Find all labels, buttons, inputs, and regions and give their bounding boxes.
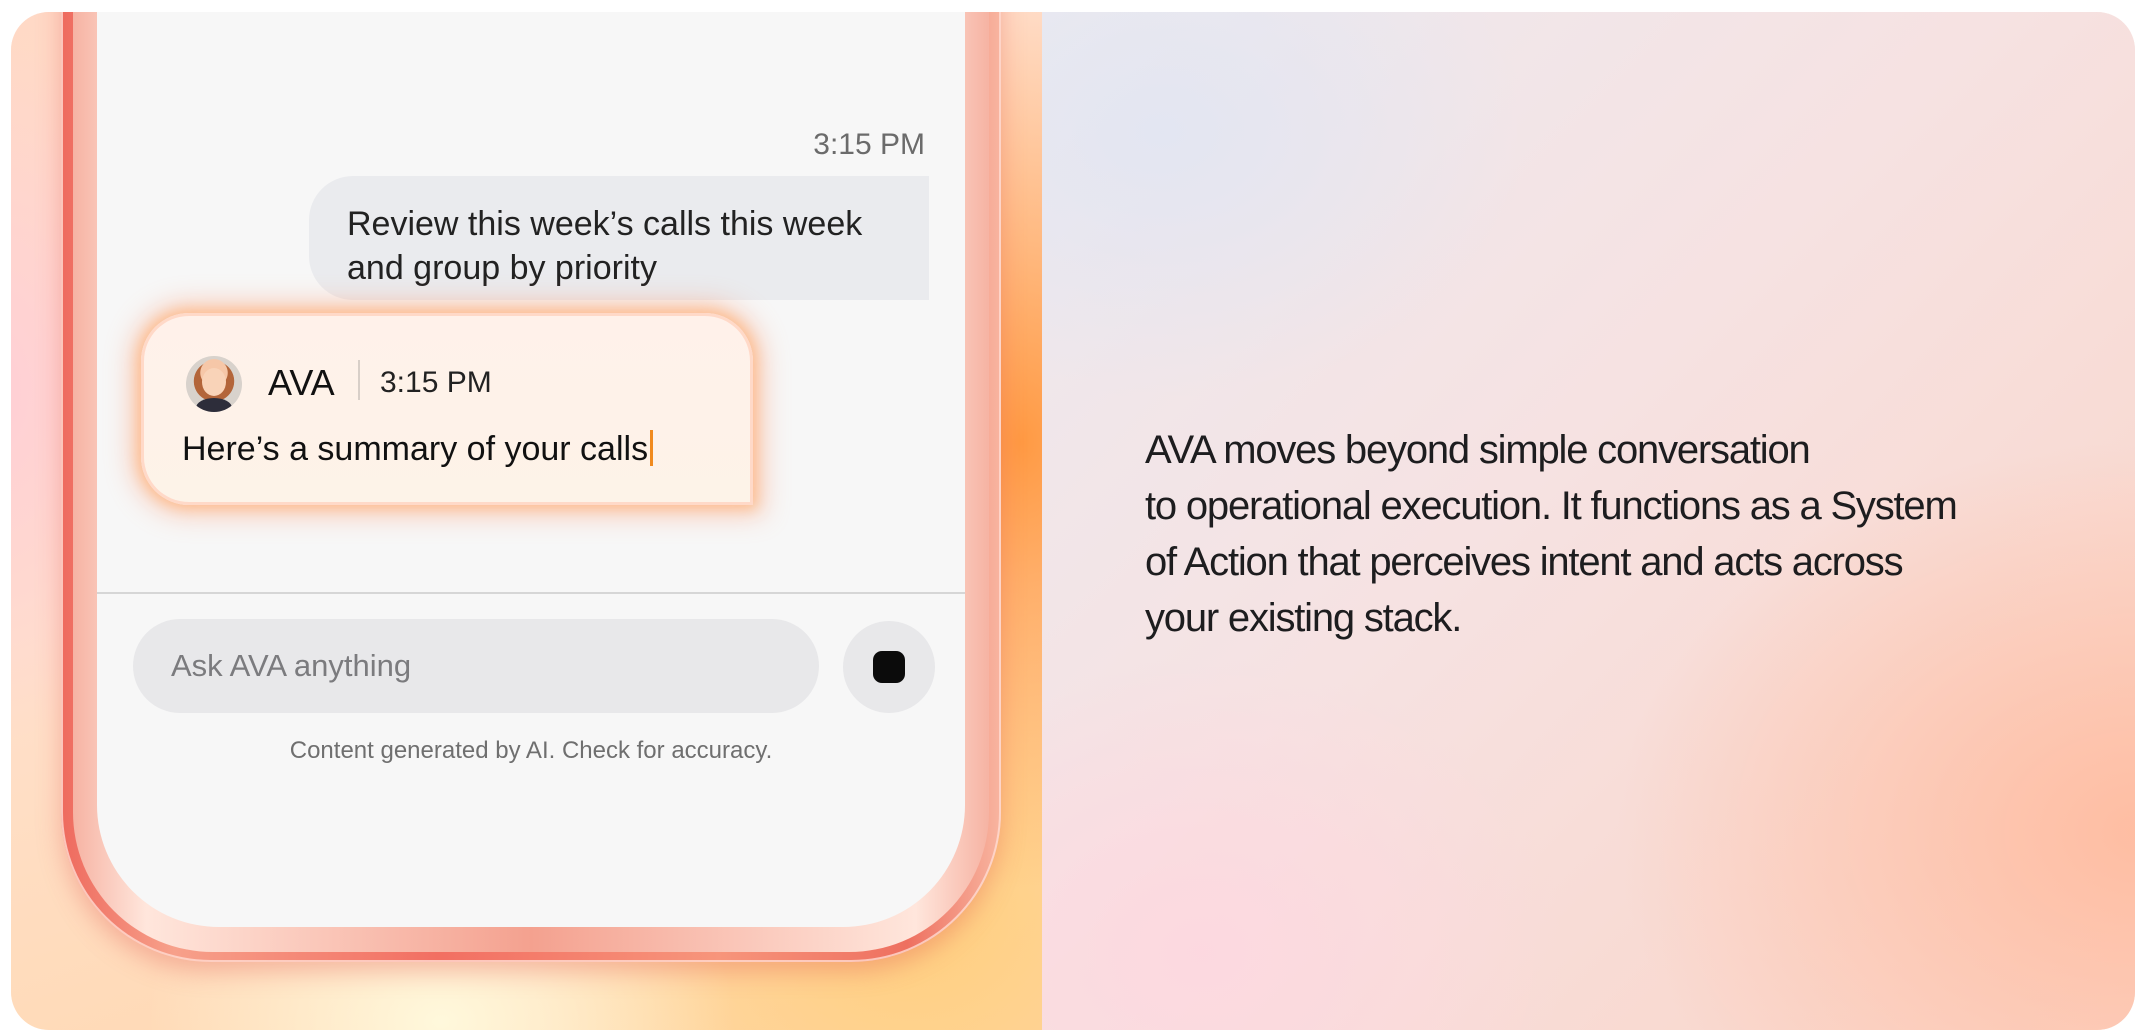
description-line: of Action that perceives intent and acts… xyxy=(1145,540,1904,584)
ask-ava-input[interactable] xyxy=(133,619,819,713)
avatar-face xyxy=(202,368,226,396)
user-message-timestamp: 3:15 PM xyxy=(813,128,925,161)
ava-sender-name: AVA xyxy=(268,362,335,403)
avatar-icon xyxy=(186,356,242,412)
ava-message-timestamp: 3:15 PM xyxy=(380,366,492,399)
chat-screen: 3:15 PM Review this week’s calls this we… xyxy=(97,12,965,927)
avatar-body xyxy=(196,398,232,412)
description-line: your existing stack. xyxy=(1145,596,1462,640)
ava-message-content: Here’s a summary of your calls xyxy=(182,430,649,468)
ai-disclaimer: Content generated by AI. Check for accur… xyxy=(289,737,773,764)
stop-button[interactable] xyxy=(843,621,935,713)
ava-message-text: Here’s a summary of your calls xyxy=(182,430,654,469)
phone-visual-panel: 3:15 PM Review this week’s calls this we… xyxy=(11,12,1042,1030)
description-panel: AVA moves beyond simple conversation to … xyxy=(1042,12,2135,1030)
phone-frame: 3:15 PM Review this week’s calls this we… xyxy=(61,12,1001,962)
stop-icon xyxy=(873,651,905,683)
composer-divider xyxy=(97,592,965,594)
ava-message-bubble: AVA 3:15 PM Here’s a summary of your cal… xyxy=(141,313,753,505)
description-line: AVA moves beyond simple conversation xyxy=(1145,428,1811,472)
product-description: AVA moves beyond simple conversation to … xyxy=(1145,422,2065,646)
typing-cursor xyxy=(650,430,654,466)
description-line: to operational execution. It functions a… xyxy=(1145,484,1958,528)
user-message-bubble: Review this week’s calls this week and g… xyxy=(309,176,929,300)
sender-divider xyxy=(358,360,360,400)
hero-card: 3:15 PM Review this week’s calls this we… xyxy=(11,12,2135,1030)
